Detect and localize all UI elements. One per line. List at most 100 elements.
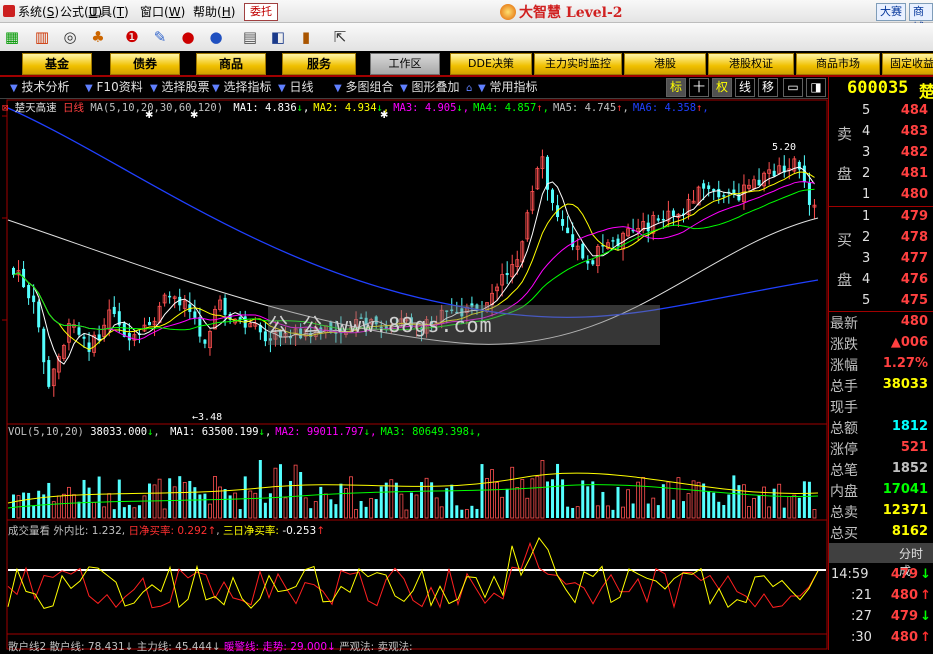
tab-hk-warrants[interactable]: 港股权证 bbox=[708, 53, 794, 75]
bottom-legend: 散户线2 散户线: 78.431↓ 主力线: 45.444↓ 暖警线: 走势: … bbox=[8, 639, 413, 654]
contest-button[interactable]: 大赛 bbox=[876, 3, 906, 21]
select-stock-menu[interactable]: ▼ 选择股票 bbox=[150, 79, 210, 96]
help-pointer-icon[interactable]: ⇱ bbox=[330, 27, 350, 47]
lock-icon[interactable]: ⌂ bbox=[466, 79, 472, 96]
vol-definition: VOL(5,10,20) bbox=[8, 426, 84, 438]
menu-system[interactable]: 系统(S) bbox=[18, 3, 59, 20]
volume-bar bbox=[253, 492, 258, 519]
books-icon[interactable]: ▮ bbox=[296, 27, 316, 47]
stat-value: ▲006 bbox=[890, 335, 928, 350]
sell-order-row[interactable]: 2 481 bbox=[829, 164, 933, 185]
kline-chart[interactable]: ✱ ✱ ✱ bbox=[0, 98, 828, 650]
menu-bar: 系统(S) 公式(U) 工具(T) 窗口(W) 帮助(H) 委托 大智慧 Lev… bbox=[0, 0, 933, 34]
candle-body bbox=[757, 179, 761, 186]
rights-button[interactable]: 权 bbox=[712, 78, 732, 97]
sell-order-row[interactable]: 1 480 bbox=[829, 185, 933, 206]
binoculars-icon[interactable]: ◎ bbox=[60, 27, 80, 47]
alert-icon[interactable]: ♣ bbox=[88, 27, 108, 47]
nav-commodity-button[interactable]: 商品 bbox=[196, 53, 266, 75]
app-icon[interactable] bbox=[3, 5, 15, 17]
mark-button[interactable]: 标 bbox=[666, 78, 686, 97]
volume-bar bbox=[56, 495, 61, 519]
level-number: 2 bbox=[862, 166, 871, 181]
tab-hk-stocks[interactable]: 港股 bbox=[624, 53, 706, 75]
nav-bond-button[interactable]: 债券 bbox=[110, 53, 180, 75]
volume-bar bbox=[676, 477, 681, 519]
candle-body bbox=[611, 240, 615, 242]
volume-bar bbox=[651, 497, 656, 519]
quote-stat-row: 涨幅 1.27% bbox=[829, 354, 933, 375]
quote-list-icon[interactable]: ▦ bbox=[2, 27, 22, 47]
common-indicator-menu[interactable]: ▼ 常用指标 bbox=[478, 79, 538, 96]
volume-bar bbox=[117, 479, 121, 518]
stat-value: 1812 bbox=[891, 419, 928, 434]
stat-label: 涨跌 bbox=[830, 337, 858, 353]
overlay-menu[interactable]: ▼ 图形叠加 bbox=[400, 79, 460, 96]
sell-order-row[interactable]: 4 483 bbox=[829, 122, 933, 143]
volume-bar bbox=[636, 481, 641, 519]
tech-analysis-menu[interactable]: ▼ 技术分析 bbox=[10, 79, 70, 96]
line-button[interactable]: 线 bbox=[735, 78, 755, 97]
candle-body bbox=[87, 342, 91, 352]
tab-main-monitor[interactable]: 主力实时监控 bbox=[534, 53, 622, 75]
candle-body bbox=[27, 285, 31, 299]
stat-label: 内盘 bbox=[830, 484, 858, 500]
volume-bar bbox=[22, 492, 26, 518]
buy-order-row[interactable]: 3 477 bbox=[829, 249, 933, 270]
volume-bar bbox=[334, 504, 338, 518]
candle-body bbox=[646, 222, 650, 232]
move-button[interactable]: 移 bbox=[758, 78, 778, 97]
stat-label: 现手 bbox=[830, 400, 858, 416]
volume-bar bbox=[67, 486, 71, 519]
tick-arrow: ↓ bbox=[920, 567, 931, 582]
nav-fund-button[interactable]: 基金 bbox=[22, 53, 92, 75]
volume-bar bbox=[505, 488, 509, 518]
buy-order-row[interactable]: 2 478 bbox=[829, 228, 933, 249]
f10-menu[interactable]: ▼ F10资料 bbox=[85, 79, 143, 96]
menu-window[interactable]: 窗口(W) bbox=[140, 3, 185, 20]
red-circle-icon[interactable]: ● bbox=[178, 27, 198, 47]
volume-bar bbox=[722, 505, 726, 518]
volume-bar bbox=[757, 495, 761, 518]
multi-chart-menu[interactable]: ▼ 多图组合 bbox=[334, 79, 394, 96]
volume-bar bbox=[747, 506, 751, 519]
buy-order-row[interactable]: 4 476 bbox=[829, 270, 933, 291]
volume-bar bbox=[359, 501, 363, 518]
volume-bar bbox=[102, 506, 107, 519]
volume-bar bbox=[566, 506, 570, 518]
crosshair-button[interactable]: 十 bbox=[689, 78, 709, 97]
volume-bar bbox=[767, 506, 772, 519]
volume-bar bbox=[47, 482, 51, 518]
panel-toggle-button[interactable]: ◨ bbox=[806, 78, 826, 97]
mall-button[interactable]: 商城 bbox=[909, 3, 933, 34]
nav-service-button[interactable]: 服务 bbox=[282, 53, 356, 75]
window-button[interactable]: ▭ bbox=[783, 78, 803, 97]
quote-stat-row: 涨停 521 bbox=[829, 438, 933, 459]
tab-commodity-market[interactable]: 商品市场 bbox=[796, 53, 880, 75]
f10-icon[interactable]: ❶ bbox=[122, 27, 142, 47]
tick-row: :30 480 ↑ bbox=[829, 629, 933, 650]
sell-order-row[interactable]: 3 482 bbox=[829, 143, 933, 164]
layout-icon[interactable]: ◧ bbox=[268, 27, 288, 47]
collapse-icon[interactable]: ⊠ bbox=[2, 102, 8, 114]
volume-bar bbox=[323, 493, 328, 519]
level-number: 2 bbox=[862, 230, 871, 245]
icon-toolbar: ▦ ▥ ◎ ♣ ❶ ✎ ● ● ▤ ◧ ▮ ⇱ bbox=[0, 23, 933, 52]
chart-icon[interactable]: ▥ bbox=[32, 27, 52, 47]
tab-fixed-income[interactable]: 固定收益 bbox=[882, 53, 933, 75]
stat-label: 涨幅 bbox=[830, 358, 858, 374]
menu-help[interactable]: 帮助(H) bbox=[193, 3, 235, 20]
blue-circle-icon[interactable]: ● bbox=[206, 27, 226, 47]
print-icon[interactable]: ▤ bbox=[240, 27, 260, 47]
buy-order-row[interactable]: 5 475 bbox=[829, 291, 933, 312]
trade-entrust-button[interactable]: 委托 bbox=[244, 3, 278, 21]
sell-order-row[interactable]: 5 484 bbox=[829, 101, 933, 122]
tab-dde[interactable]: DDE决策 bbox=[450, 53, 532, 75]
menu-tools[interactable]: 工具(T) bbox=[88, 3, 129, 20]
select-indicator-menu[interactable]: ▼ 选择指标 bbox=[212, 79, 272, 96]
period-menu[interactable]: ▼ 日线 bbox=[278, 79, 314, 96]
buy-order-row[interactable]: 1 479 bbox=[829, 207, 933, 228]
quote-stat-row: 总卖 12371 bbox=[829, 501, 933, 522]
news-icon[interactable]: ✎ bbox=[150, 27, 170, 47]
workspace-button[interactable]: 工作区 bbox=[370, 53, 440, 75]
